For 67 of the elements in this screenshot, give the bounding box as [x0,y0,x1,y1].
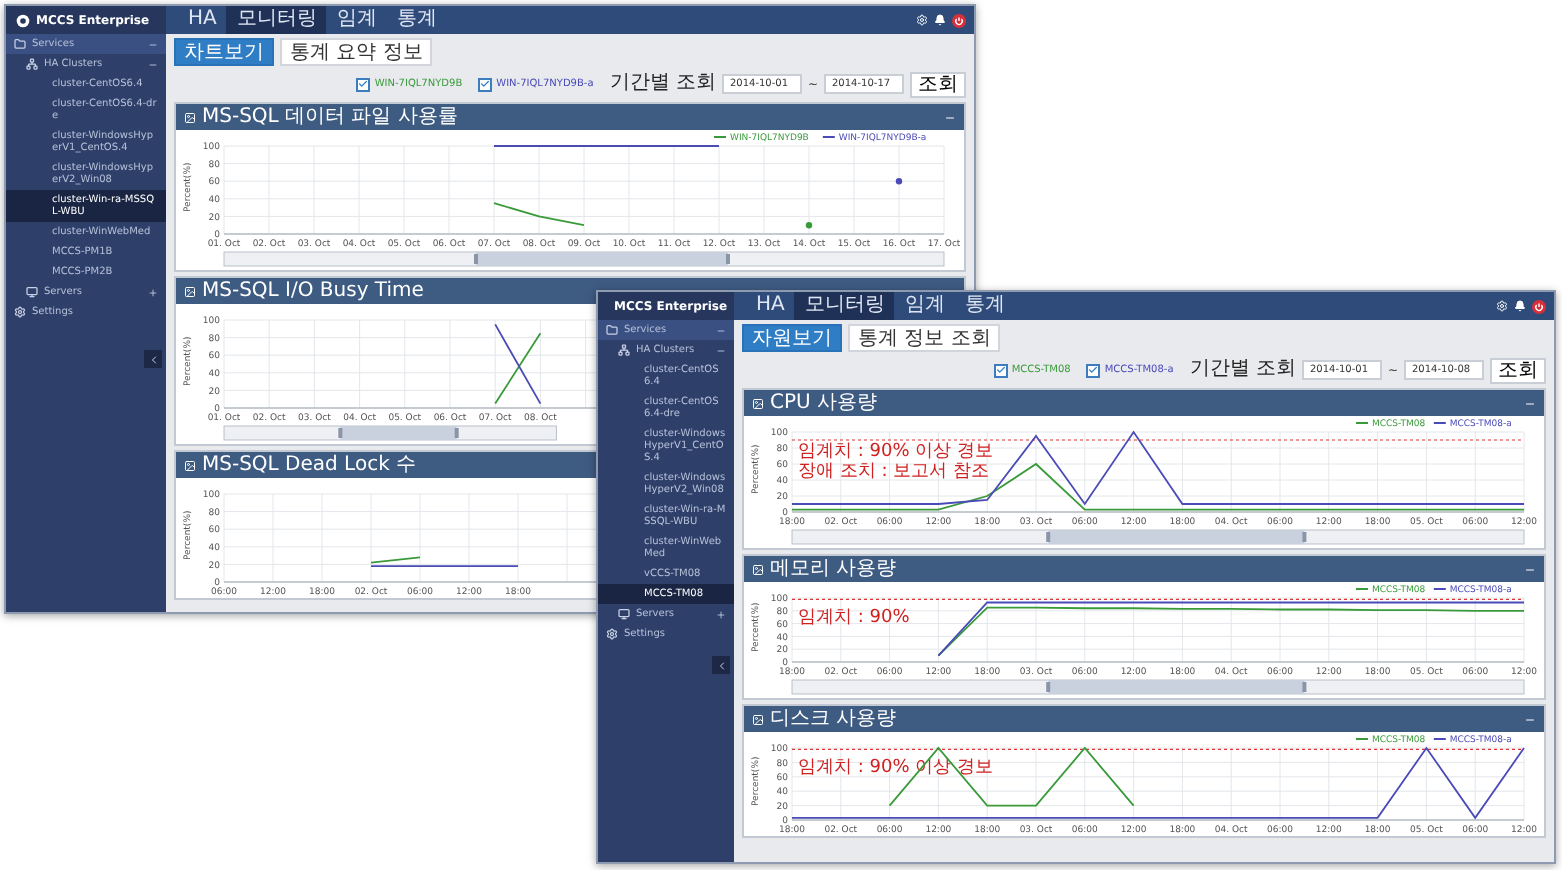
series-line [493,202,585,227]
period-label: 기간별 조회 [1189,358,1296,382]
minimize-icon[interactable] [1524,397,1536,409]
checkbox[interactable] [993,363,1008,377]
nav-tab[interactable]: 임계 [894,292,955,320]
panel-title: MS-SQL 데이터 파일 사용률 [202,105,458,129]
annotation-text: 임계치 : 90% 이상 경보 [798,442,993,462]
bell-icon[interactable] [1514,300,1526,312]
checkbox[interactable] [356,77,371,91]
image-icon [184,459,196,471]
nav-tab[interactable]: HA [178,6,227,34]
nav-tab[interactable]: HA [746,292,795,320]
nav-tab[interactable]: 임계 [326,6,387,34]
collapse-icon[interactable] [716,345,726,355]
chevron-left-icon [147,353,159,365]
sub-tab[interactable]: 통계 정보 조회 [848,324,1001,352]
bell-icon[interactable] [934,14,946,26]
panel-title: CPU 사용량 [770,391,878,415]
collapse-icon[interactable] [716,325,726,335]
query-button[interactable]: 조회 [910,71,966,97]
nav-tab[interactable]: 모니터링 [794,292,895,320]
minimize-icon[interactable] [944,111,956,123]
folder-icon [14,38,26,50]
collapse-icon[interactable] [148,59,158,69]
settings-icon [606,628,618,640]
minimize-icon[interactable] [1524,563,1536,575]
collapse-icon[interactable] [148,39,158,49]
panel-title: 메모리 사용량 [770,557,897,581]
folder-icon [606,324,618,336]
network-icon [26,58,38,70]
data-point [805,222,813,229]
monitor-icon [26,286,38,298]
sidebar-toggle[interactable] [144,350,162,368]
sidebar-toggle[interactable] [712,656,730,674]
period-label: 기간별 조회 [609,72,716,96]
image-icon [184,111,196,123]
sub-tab[interactable]: 차트보기 [174,38,274,66]
checkbox[interactable] [478,77,493,91]
chevron-left-icon [715,659,727,671]
network-icon [618,344,630,356]
expand-icon[interactable] [716,609,726,619]
image-icon [752,713,764,725]
annotation-text: 장애 조치 : 보고서 참조 [798,462,989,482]
settings-icon[interactable] [1496,300,1508,312]
panel-title: MS-SQL I/O Busy Time [202,279,424,303]
power-icon[interactable] [1532,299,1546,313]
image-icon [752,397,764,409]
monitor-icon [618,608,630,620]
power-icon[interactable] [952,13,966,27]
checkbox[interactable] [1086,363,1101,377]
sub-tab[interactable]: 자원보기 [742,324,842,352]
image-icon [752,563,764,575]
settings-icon [14,306,26,318]
minimize-icon[interactable] [1524,713,1536,725]
data-point [895,178,903,185]
logo-icon [16,13,30,27]
nav-tab[interactable]: 통계 [954,292,1015,320]
settings-icon[interactable] [916,14,928,26]
nav-tab[interactable]: 모니터링 [226,6,327,34]
image-icon [184,285,196,297]
expand-icon[interactable] [148,287,158,297]
panel-title: MS-SQL Dead Lock 수 [202,453,417,477]
nav-tab[interactable]: 통계 [386,6,447,34]
annotation-text: 임계치 : 90% [798,608,910,628]
sub-tab[interactable]: 통계 요약 정보 [280,38,433,66]
panel-title: 디스크 사용량 [770,707,897,731]
query-button[interactable]: 조회 [1490,357,1546,383]
